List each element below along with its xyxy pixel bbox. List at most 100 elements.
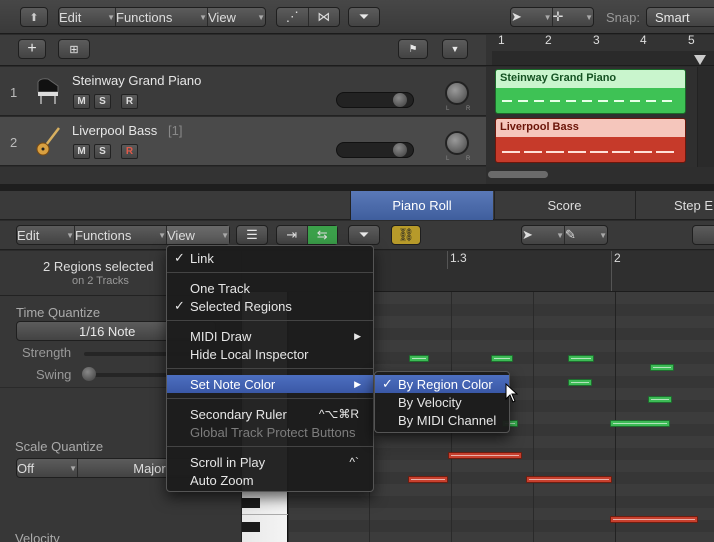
menu-item-selected-regions[interactable]: ✓ Selected Regions [167, 297, 373, 315]
crosshair-tool-icon[interactable]: ✛ ▼ [551, 8, 593, 26]
track-name[interactable]: Liverpool Bass [72, 123, 157, 138]
menu-item-by-region-color[interactable]: ✓ By Region Color [375, 375, 509, 393]
editor-tool-group: ➤ ▼ ✎ ▼ [521, 225, 608, 245]
volume-slider[interactable] [336, 142, 414, 158]
midi-in-group: ⇥ ⇆ [276, 225, 338, 245]
note[interactable] [408, 476, 448, 483]
black-key[interactable] [242, 498, 260, 508]
tab-score[interactable]: Score [494, 191, 634, 220]
link-icon[interactable]: ⋈ [307, 8, 340, 26]
black-key[interactable] [242, 522, 260, 532]
regions-selected-label: 2 Regions selected [43, 259, 154, 274]
note[interactable] [448, 452, 522, 459]
solo-button[interactable]: S [94, 144, 111, 159]
cycle-area[interactable] [492, 51, 714, 65]
track-number: 2 [10, 135, 18, 150]
playhead-icon[interactable] [694, 55, 706, 65]
editor-filter-button[interactable]: ⏷ [348, 225, 380, 245]
edit-menu[interactable]: Edit ▼ [59, 8, 115, 26]
pan-knob[interactable] [445, 81, 469, 105]
piano-icon [34, 76, 62, 106]
mute-button[interactable]: M [73, 94, 90, 109]
track-filter-button[interactable]: ⚑ [398, 39, 428, 59]
note[interactable] [648, 396, 672, 403]
velocity-label: Velocity [15, 531, 60, 542]
solo-button[interactable]: S [94, 94, 111, 109]
note[interactable] [610, 516, 698, 523]
editor-functions-menu[interactable]: Functions ▼ [74, 226, 166, 244]
link-button[interactable]: ⛓ [391, 225, 421, 245]
checkmark-icon: ✓ [174, 250, 185, 265]
sliders-icon: ☰ [246, 227, 258, 242]
editor-edit-menu[interactable]: Edit ▼ [17, 226, 74, 244]
pointer-tool-icon[interactable]: ➤ ▼ [522, 226, 564, 244]
ruler-tick [611, 251, 612, 291]
region-bass[interactable]: Liverpool Bass [495, 118, 686, 163]
track-header-1[interactable]: 1 Steinway Grand Piano M S R L R [0, 67, 486, 116]
up-arrow-icon: ⬆ [29, 11, 39, 24]
grid-line [533, 292, 534, 542]
note[interactable] [610, 420, 670, 427]
menu-item-set-note-color[interactable]: Set Note Color ▶ [167, 375, 373, 393]
pan-knob[interactable] [445, 131, 469, 155]
note[interactable] [409, 355, 429, 362]
new-folder-button[interactable]: ⊞ [58, 39, 90, 59]
menu-item-auto-zoom[interactable]: Auto Zoom [167, 471, 373, 489]
arrange-bottom [0, 167, 486, 184]
editor-view-menu[interactable]: View ▼ [166, 226, 229, 244]
menu-item-hide-local-inspector[interactable]: Hide Local Inspector [167, 345, 373, 363]
record-button[interactable]: R [121, 94, 138, 109]
mute-button[interactable]: M [73, 144, 90, 159]
midi-out-icon[interactable]: ⇆ [306, 226, 337, 244]
track-header-2[interactable]: 2 Liverpool Bass [1] M S R L R [0, 117, 486, 166]
menu-separator [167, 320, 373, 321]
note[interactable] [491, 355, 513, 362]
funnel-icon: ⏷ [358, 9, 370, 24]
arrange-ruler[interactable]: 1 2 3 4 5 [486, 33, 714, 66]
menu-item-secondary-ruler[interactable]: Secondary Ruler ^⌥⌘R [167, 405, 373, 423]
menu-separator [167, 398, 373, 399]
pencil-tool-icon[interactable]: ✎ ▼ [564, 226, 607, 244]
menu-item-global-track-protect: Global Track Protect Buttons [190, 424, 356, 440]
pointer-tool-icon[interactable]: ➤ ▼ [511, 8, 552, 26]
tab-step-editor[interactable]: Step E [635, 191, 714, 220]
menu-item-link[interactable]: ✓ Link [167, 249, 373, 267]
record-button[interactable]: R [121, 144, 138, 159]
dropdown-icon: ▼ [450, 44, 460, 54]
add-track-button[interactable]: + [18, 39, 46, 59]
note[interactable] [650, 364, 674, 371]
scale-off-dropdown[interactable]: Off ▼ [17, 459, 77, 477]
horizontal-scrollbar[interactable] [488, 171, 548, 178]
chain-link-icon: ⛓ [397, 227, 415, 242]
functions-menu[interactable]: Functions ▼ [115, 8, 207, 26]
track-name[interactable]: Steinway Grand Piano [72, 73, 201, 88]
volume-slider[interactable] [336, 92, 414, 108]
tool-group: ➤ ▼ ✛ ▼ [510, 7, 594, 27]
editor-extra-button[interactable] [692, 225, 714, 245]
pane-divider[interactable] [0, 184, 714, 191]
swing-slider-thumb[interactable] [82, 367, 96, 381]
menu-item-by-midi-channel[interactable]: By MIDI Channel [375, 411, 509, 429]
view-menu[interactable]: View ▼ [207, 8, 265, 26]
submenu-arrow-icon: ▶ [354, 378, 361, 389]
catch-icon[interactable]: ⋰ [277, 8, 308, 26]
pan-left-label: L [446, 156, 450, 162]
pan-left-label: L [446, 106, 450, 112]
note[interactable] [568, 355, 594, 362]
note[interactable] [568, 379, 592, 386]
region-piano[interactable]: Steinway Grand Piano [495, 69, 686, 114]
menu-item-one-track[interactable]: One Track [167, 279, 373, 297]
ruler-bar-2: 2 [545, 33, 552, 47]
menu-item-by-velocity[interactable]: By Velocity [375, 393, 509, 411]
filter-button[interactable]: ⏷ [348, 7, 380, 27]
back-button[interactable]: ⬆ [20, 7, 48, 27]
tab-piano-roll[interactable]: Piano Roll [350, 191, 493, 220]
note[interactable] [526, 476, 612, 483]
menu-item-midi-draw[interactable]: MIDI Draw ▶ [167, 327, 373, 345]
menu-item-scroll-in-play[interactable]: Scroll in Play ^` [167, 453, 373, 471]
midi-in-icon[interactable]: ⇥ [277, 226, 307, 244]
chevron-down-icon: ▼ [221, 230, 229, 240]
editor-tool-button[interactable]: ☰ [236, 225, 268, 245]
snap-dropdown[interactable]: Smart [646, 7, 714, 27]
hide-button[interactable]: ▼ [442, 39, 468, 59]
